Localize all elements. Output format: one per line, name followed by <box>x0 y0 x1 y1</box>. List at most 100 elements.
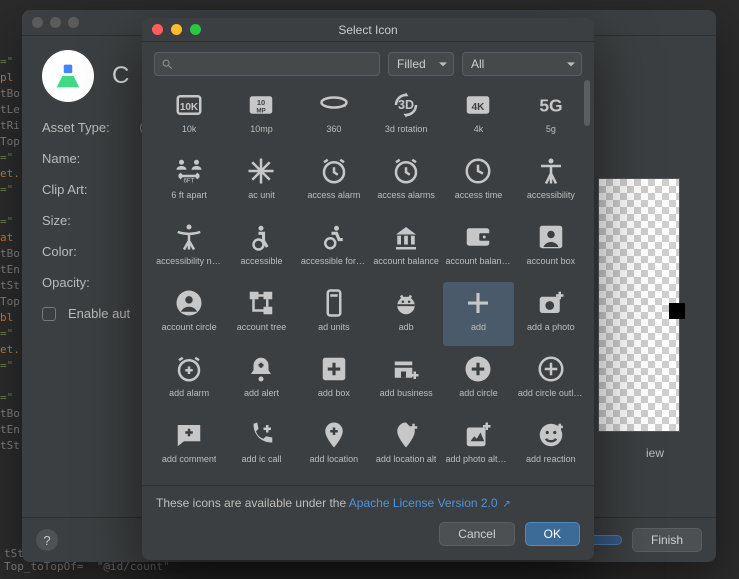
configure-title: C <box>112 62 129 90</box>
category-select-value: All <box>471 57 484 71</box>
account_box-icon <box>534 220 568 254</box>
license-note: These icons are available under the Apac… <box>142 485 594 516</box>
icon-add_business[interactable]: add business <box>371 348 441 412</box>
icon-label: 4k <box>474 124 484 134</box>
icon-add_a_photo[interactable]: add a photo <box>516 282 586 346</box>
icon-5g[interactable]: 5g <box>516 84 586 148</box>
4k-icon <box>461 88 495 122</box>
icon-label: add ic call <box>241 454 281 464</box>
icon-10k[interactable]: 10k <box>154 84 224 148</box>
icon-label: accessibility new <box>156 256 222 266</box>
icon-account_tree[interactable]: account tree <box>226 282 296 346</box>
icon-add_alert[interactable]: add alert <box>226 348 296 412</box>
icon-accessibility[interactable]: accessibility <box>516 150 586 214</box>
enable-auto-checkbox[interactable] <box>42 307 56 321</box>
preview-checkerboard <box>598 178 680 432</box>
ok-button[interactable]: OK <box>525 522 580 546</box>
adb-icon <box>389 286 423 320</box>
close-icon[interactable] <box>152 24 163 35</box>
icon-add_reaction[interactable]: add reaction <box>516 414 586 478</box>
icon-3d_rotation[interactable]: 3d rotation <box>371 84 441 148</box>
scroll-thumb[interactable] <box>584 80 590 126</box>
icon-label: add circle outline <box>518 388 584 398</box>
finish-button[interactable]: Finish <box>632 528 702 552</box>
select-icon-dialog: Select Icon Filled All 10k10mp3603d rota… <box>142 18 594 560</box>
add_circle_outline-icon <box>534 352 568 386</box>
icon-10mp[interactable]: 10mp <box>226 84 296 148</box>
ad_units-icon <box>317 286 351 320</box>
icon-accessible[interactable]: accessible <box>226 216 296 280</box>
color-label: Color: <box>42 244 128 259</box>
icon-label: add a photo <box>527 322 575 332</box>
icon-access_alarm[interactable]: access alarm <box>299 150 369 214</box>
icon-add_location_alt[interactable]: add location alt <box>371 414 441 478</box>
icon-accessible_forward[interactable]: accessible forward <box>299 216 369 280</box>
add-icon <box>461 286 495 320</box>
accessible_forward-icon <box>317 220 351 254</box>
minimize-icon <box>50 17 61 28</box>
icon-label: accessibility <box>527 190 575 200</box>
icon-label: access time <box>455 190 503 200</box>
icon-account_balance[interactable]: account balance <box>371 216 441 280</box>
style-select-value: Filled <box>397 57 426 71</box>
6_ft_apart-icon <box>172 154 206 188</box>
account_balance-icon <box>389 220 423 254</box>
icon-account_balance_wallet[interactable]: account balance wallet <box>443 216 513 280</box>
minimize-icon[interactable] <box>171 24 182 35</box>
icon-label: account box <box>527 256 576 266</box>
search-field[interactable] <box>154 52 380 76</box>
account_tree-icon <box>244 286 278 320</box>
icon-label: account tree <box>237 322 287 332</box>
icon-label: 6 ft apart <box>171 190 207 200</box>
icon-add_box[interactable]: add box <box>299 348 369 412</box>
name-label: Name: <box>42 151 128 166</box>
icon-add_location[interactable]: add location <box>299 414 369 478</box>
icon-adb[interactable]: adb <box>371 282 441 346</box>
icon-ac_unit[interactable]: ac unit <box>226 150 296 214</box>
cancel-button[interactable]: Cancel <box>439 522 514 546</box>
icon-add_alarm[interactable]: add alarm <box>154 348 224 412</box>
account_circle-icon <box>172 286 206 320</box>
external-link-icon: ↗ <box>500 499 511 510</box>
icon-add_ic_call[interactable]: add ic call <box>226 414 296 478</box>
icon-add[interactable]: add <box>443 282 513 346</box>
add_ic_call-icon <box>244 418 278 452</box>
icon-grid-scrollbar[interactable] <box>584 80 590 490</box>
icon-add_photo_alternate[interactable]: add photo alternate <box>443 414 513 478</box>
add_location_alt-icon <box>389 418 423 452</box>
icon-label: account circle <box>162 322 217 332</box>
360-icon <box>317 88 351 122</box>
icon-label: add box <box>318 388 350 398</box>
icon-account_box[interactable]: account box <box>516 216 586 280</box>
icon-360[interactable]: 360 <box>299 84 369 148</box>
accessibility-icon <box>534 154 568 188</box>
zoom-icon[interactable] <box>190 24 201 35</box>
search-input[interactable] <box>179 57 373 71</box>
android-studio-logo <box>42 50 94 102</box>
access_time-icon <box>461 154 495 188</box>
icon-4k[interactable]: 4k <box>443 84 513 148</box>
icon-label: add business <box>380 388 433 398</box>
category-select[interactable]: All <box>462 52 582 76</box>
modal-title: Select Icon <box>338 23 397 37</box>
icon-add_circle_outline[interactable]: add circle outline <box>516 348 586 412</box>
icon-add_comment[interactable]: add comment <box>154 414 224 478</box>
icon-access_alarms[interactable]: access alarms <box>371 150 441 214</box>
icon-access_time[interactable]: access time <box>443 150 513 214</box>
help-button[interactable]: ? <box>36 529 58 551</box>
icon-label: add alarm <box>169 388 209 398</box>
icon-add_circle[interactable]: add circle <box>443 348 513 412</box>
enable-auto-label: Enable aut <box>68 306 130 321</box>
size-label: Size: <box>42 213 128 228</box>
style-select[interactable]: Filled <box>388 52 454 76</box>
add_circle-icon <box>461 352 495 386</box>
icon-ad_units[interactable]: ad units <box>299 282 369 346</box>
license-link[interactable]: Apache License Version 2.0 ↗ <box>349 496 511 510</box>
account_balance_wallet-icon <box>461 220 495 254</box>
icon-account_circle[interactable]: account circle <box>154 282 224 346</box>
icon-accessibility_new[interactable]: accessibility new <box>154 216 224 280</box>
icon-6_ft_apart[interactable]: 6 ft apart <box>154 150 224 214</box>
10mp-icon <box>244 88 278 122</box>
close-icon[interactable] <box>32 17 43 28</box>
add_photo_alternate-icon <box>461 418 495 452</box>
